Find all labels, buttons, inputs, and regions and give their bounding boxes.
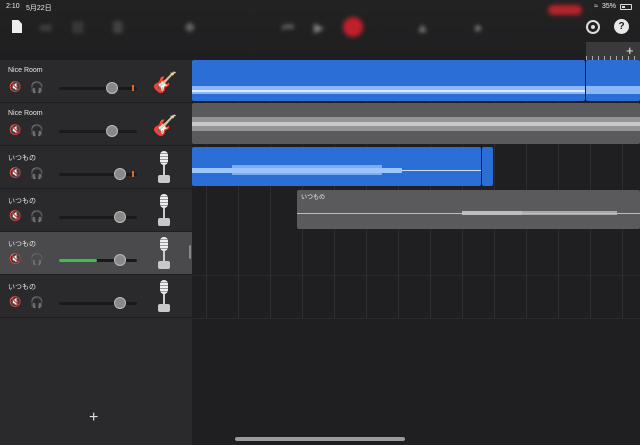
volume-knob[interactable] (114, 168, 126, 180)
lane-divider (192, 318, 640, 319)
microphone-base (158, 218, 170, 226)
lane-divider (192, 275, 640, 276)
mute-speaker-icon[interactable]: 🔇 (9, 297, 21, 308)
region-track-4[interactable]: いつもの (297, 190, 640, 229)
help-button[interactable]: ? (614, 19, 629, 34)
mute-speaker-icon[interactable]: 🔇 (9, 254, 21, 265)
solo-headphones-icon[interactable]: 🎧 (30, 210, 44, 223)
microphone-head (160, 194, 168, 208)
microphone-base (158, 175, 170, 183)
settings-gear-icon[interactable] (586, 20, 600, 34)
microphone-neck (163, 165, 165, 175)
waveform (297, 211, 640, 215)
track-name: いつもの (8, 198, 36, 205)
tracks-view-icon[interactable]: ☷ (72, 20, 84, 36)
volume-knob[interactable] (114, 297, 126, 309)
mixer-icon[interactable]: ☰ (112, 20, 124, 36)
arrange-area[interactable]: いつもの (192, 60, 640, 445)
volume-slider[interactable] (59, 82, 137, 94)
mute-speaker-icon[interactable]: 🔇 (9, 211, 21, 222)
track-headers: Nice Room 🔇 🎧 🎸 Nice Room 🔇 🎧 🎸 いつもの 🔇 🎧 いつもの 🔇 🎧 いつもの… (0, 60, 192, 445)
track-name: Nice Room (8, 110, 43, 117)
track-header[interactable]: いつもの 🔇 🎧 (0, 146, 192, 189)
guitar-icon[interactable]: 🎸 (150, 109, 180, 141)
track-name: いつもの (8, 284, 36, 291)
wifi-icon: ≈ (594, 3, 598, 10)
volume-knob[interactable] (106, 125, 118, 137)
solo-headphones-icon[interactable]: 🎧 (30, 81, 44, 94)
microphone-icon[interactable] (158, 151, 170, 184)
guitar-icon[interactable]: 🎸 (150, 66, 180, 98)
status-time: 2:10 (6, 3, 20, 10)
metronome-icon[interactable]: ▲ (416, 20, 429, 35)
volume-knob[interactable] (114, 211, 126, 223)
timeline-ruler[interactable]: + (586, 42, 640, 60)
solo-headphones-icon[interactable]: 🎧 (30, 296, 44, 309)
mute-speaker-icon[interactable]: 🔇 (9, 125, 21, 136)
play-icon[interactable]: ▶ (314, 20, 324, 36)
microphone-neck (163, 294, 165, 304)
track-header[interactable]: いつもの 🔇 🎧 (0, 275, 192, 318)
region-track-3b[interactable] (482, 147, 493, 186)
document-icon[interactable] (12, 20, 22, 33)
mute-speaker-icon[interactable]: 🔇 (9, 82, 21, 93)
status-date: 5月22日 (26, 5, 52, 12)
loop-browser-icon[interactable]: ▭ (40, 20, 51, 34)
master-volume-icon[interactable]: ● (474, 20, 482, 35)
volume-slider[interactable] (59, 297, 137, 309)
solo-headphones-icon[interactable]: 🎧 (30, 167, 44, 180)
region-track-2[interactable] (192, 103, 640, 144)
region-track-1[interactable] (192, 60, 585, 101)
microphone-icon[interactable] (158, 237, 170, 270)
level-meter-fill (59, 259, 97, 262)
fx-icon[interactable]: ❖ (184, 20, 196, 36)
microphone-base (158, 261, 170, 269)
waveform (192, 117, 640, 131)
garageband-window: ▭ ☷ ☰ ❖ ⏮ ▶ ▲ ● ? 2:10 5月22日 ≈ 35% + Nic… (0, 0, 640, 445)
region-track-1b[interactable] (586, 60, 640, 101)
mute-speaker-icon[interactable]: 🔇 (9, 168, 21, 179)
volume-knob[interactable] (114, 254, 126, 266)
volume-slider[interactable] (59, 254, 137, 266)
region-track-3[interactable] (192, 147, 481, 186)
microphone-head (160, 280, 168, 294)
battery-percent: 35% (601, 3, 616, 10)
microphone-base (158, 304, 170, 312)
track-header[interactable]: Nice Room 🔇 🎧 🎸 (0, 103, 192, 146)
record-button[interactable] (343, 17, 363, 37)
volume-slider[interactable] (59, 211, 137, 223)
track-name: Nice Room (8, 67, 43, 74)
status-bar: 2:10 5月22日 ≈ 35% (0, 0, 640, 14)
track-name: いつもの (8, 241, 36, 248)
home-indicator (235, 437, 405, 441)
solo-headphones-icon[interactable]: 🎧 (30, 253, 44, 266)
peak-indicator (132, 85, 134, 91)
waveform (586, 86, 640, 94)
volume-slider[interactable] (59, 168, 137, 180)
volume-slider[interactable] (59, 125, 137, 137)
microphone-icon[interactable] (158, 280, 170, 313)
track-header[interactable]: いつもの 🔇 🎧 (0, 232, 192, 275)
peak-indicator (132, 171, 134, 177)
microphone-head (160, 151, 168, 165)
track-header[interactable]: Nice Room 🔇 🎧 🎸 (0, 60, 192, 103)
status-right: ≈ 35% (594, 3, 632, 10)
header-resize-handle[interactable] (189, 245, 191, 259)
go-to-start-icon[interactable]: ⏮ (282, 20, 294, 36)
microphone-neck (163, 251, 165, 261)
add-track-button[interactable]: + (89, 409, 98, 427)
volume-knob[interactable] (106, 82, 118, 94)
battery-icon (620, 3, 632, 10)
waveform (192, 165, 481, 175)
microphone-neck (163, 208, 165, 218)
solo-headphones-icon[interactable]: 🎧 (30, 124, 44, 137)
track-header[interactable]: いつもの 🔇 🎧 (0, 189, 192, 232)
microphone-head (160, 237, 168, 251)
microphone-icon[interactable] (158, 194, 170, 227)
track-name: いつもの (8, 155, 36, 162)
waveform (192, 86, 585, 94)
